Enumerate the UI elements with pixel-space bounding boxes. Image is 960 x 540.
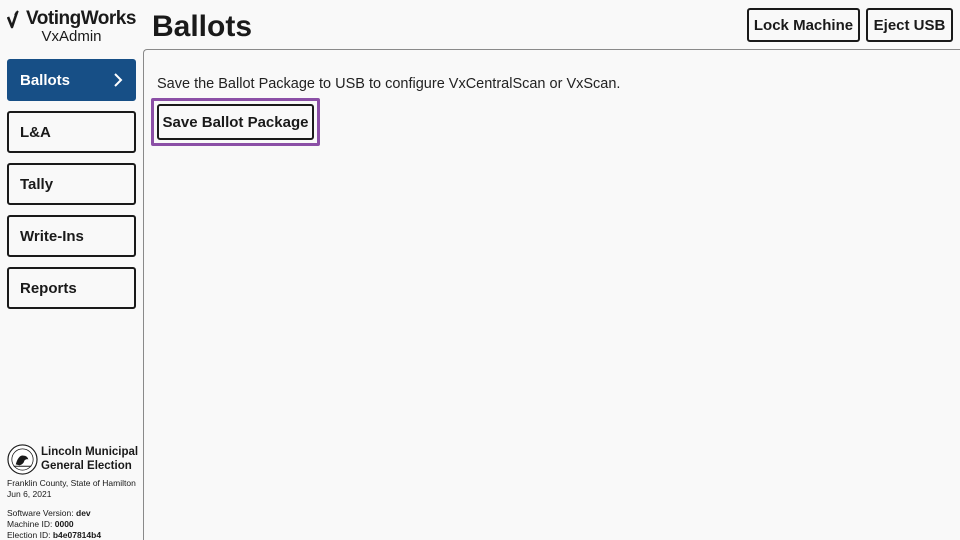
machine-id-value: 0000 — [54, 519, 74, 529]
main-panel: Save the Ballot Package to USB to config… — [143, 49, 960, 540]
sidebar-item-label: Ballots — [20, 71, 71, 89]
sidebar-item-tally[interactable]: Tally — [7, 163, 136, 205]
brand: VotingWorks VxAdmin — [0, 8, 143, 45]
election-id: Election ID: b4e07814b4 — [7, 530, 139, 540]
brand-product: VxAdmin — [41, 28, 102, 45]
sidebar-item-label: Reports — [20, 279, 77, 297]
election-county-state: Franklin County, State of Hamilton — [7, 478, 136, 488]
page-title: Ballots — [152, 10, 253, 43]
sidebar-item-label: L&A — [20, 123, 51, 141]
eject-usb-button[interactable]: Eject USB — [866, 8, 953, 42]
election-id-value: b4e07814b4 — [52, 530, 102, 540]
election-title: Lincoln Municipal General Election — [41, 444, 138, 473]
election-header: Lincoln Municipal General Election — [7, 444, 139, 475]
sidebar-item-ballots[interactable]: Ballots — [7, 59, 136, 101]
software-version-label: Software Version: — [7, 508, 74, 518]
election-id-label: Election ID: — [7, 530, 51, 540]
save-ballot-package-button[interactable]: Save Ballot Package — [157, 104, 314, 140]
election-title-line1: Lincoln Municipal — [41, 446, 139, 458]
sidebar-item-write-ins[interactable]: Write-Ins — [7, 215, 136, 257]
sidebar-item-la[interactable]: L&A — [7, 111, 136, 153]
instruction-text: Save the Ballot Package to USB to config… — [157, 76, 621, 92]
election-details: Franklin County, State of Hamilton Jun 6… — [7, 478, 139, 500]
software-version-value: dev — [76, 508, 91, 518]
machine-id: Machine ID: 0000 — [7, 519, 139, 530]
app-window: VotingWorks VxAdmin Ballots L&A Tally Wr… — [0, 0, 960, 540]
sidebar: VotingWorks VxAdmin Ballots L&A Tally Wr… — [0, 0, 143, 540]
machine-info: Software Version: dev Machine ID: 0000 E… — [7, 508, 139, 540]
election-info: Lincoln Municipal General Election Frank… — [7, 444, 139, 540]
software-version: Software Version: dev — [7, 508, 139, 519]
votingworks-logo-icon — [7, 10, 19, 29]
brand-name: VotingWorks — [26, 8, 136, 29]
machine-id-label: Machine ID: — [7, 519, 53, 529]
election-title-line2: General Election — [41, 459, 132, 472]
chevron-right-icon — [113, 72, 123, 88]
sidebar-item-label: Tally — [20, 175, 54, 193]
sidebar-item-label: Write-Ins — [20, 227, 84, 245]
sidebar-item-reports[interactable]: Reports — [7, 267, 136, 309]
sidebar-nav: Ballots L&A Tally Write-Ins Reports — [7, 59, 136, 319]
lock-machine-button[interactable]: Lock Machine — [747, 8, 860, 42]
brand-logo: VotingWorks — [0, 8, 143, 30]
election-date: Jun 6, 2021 — [7, 489, 52, 499]
state-seal-icon — [7, 444, 38, 475]
